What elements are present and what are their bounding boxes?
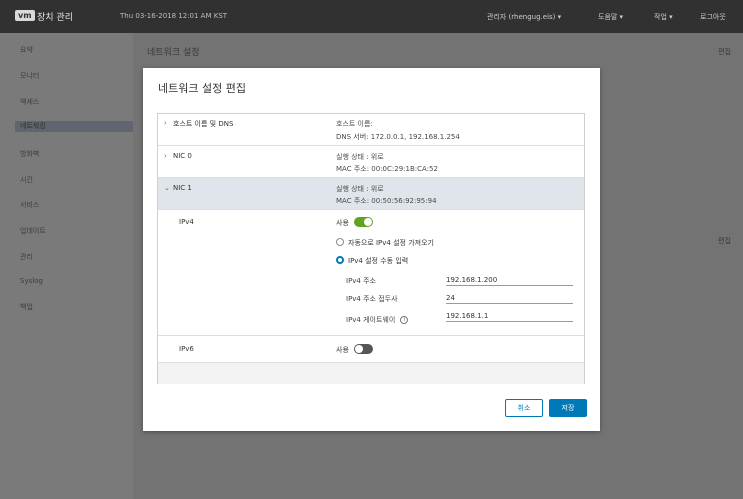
nic0-mac: MAC 주소: 00:0C:29:1B:CA:52 [336, 165, 438, 173]
sidebar: 요약 모니터 액세스 네트워킹 방화벽 시간 서비스 업데이트 관리 Syslo… [0, 33, 133, 499]
sidebar-item-admin[interactable]: 관리 [20, 252, 33, 262]
sidebar-item-services[interactable]: 서비스 [20, 200, 39, 210]
top-header: vm 장치 관리 Thu 03-16-2018 12:01 AM KST 관리자… [0, 0, 743, 33]
dns-servers-value: DNS 서버: 172.0.0.1, 192.168.1.254 [336, 133, 460, 141]
sidebar-item-time[interactable]: 시간 [20, 175, 33, 185]
sidebar-item-update[interactable]: 업데이트 [20, 226, 46, 236]
nic1-mac: MAC 주소: 00:50:56:92:95:94 [336, 197, 437, 205]
app-title: 장치 관리 [37, 13, 73, 23]
help-menu[interactable]: 도움말 ▾ [598, 12, 623, 22]
chevron-right-icon[interactable]: › [164, 152, 167, 160]
user-menu[interactable]: 관리자 (rhengug.eis) ▾ [487, 12, 561, 22]
edit-network-dialog: 네트워크 설정 편집 › 호스트 이름 및 DNS 호스트 이름: DNS 서버… [143, 68, 600, 431]
network-settings-panel: › 호스트 이름 및 DNS 호스트 이름: DNS 서버: 172.0.0.1… [157, 113, 585, 384]
ipv4-address-field[interactable]: 192.168.1.200 [446, 274, 573, 286]
ipv4-address-label: IPv4 주소 [346, 277, 376, 285]
chevron-right-icon[interactable]: › [164, 119, 167, 127]
sidebar-item-access[interactable]: 액세스 [20, 97, 39, 107]
nic1-row[interactable]: ⌄ NIC 1 실행 상태 : 위로 MAC 주소: 00:50:56:92:9… [158, 178, 584, 210]
panel-footer [158, 362, 584, 384]
toggle-knob [364, 218, 372, 226]
ipv4-manual-label[interactable]: IPv4 설정 수동 입력 [348, 256, 408, 266]
nic0-status: 실행 상태 : 위로 [336, 153, 384, 161]
ipv4-enable-label: 사용 [336, 219, 349, 227]
sidebar-item-firewall[interactable]: 방화벽 [20, 149, 39, 159]
ipv4-gateway-label: IPv4 게이트웨이 i [346, 315, 409, 325]
chevron-down-icon[interactable]: ⌄ [164, 184, 170, 192]
hostname-dns-label: 호스트 이름 및 DNS [173, 120, 234, 128]
ipv4-section-label: IPv4 [179, 218, 194, 226]
vm-logo: vm [15, 10, 35, 21]
logout-link[interactable]: 로그아웃 [700, 12, 726, 22]
ipv6-section-label: IPv6 [179, 345, 194, 353]
datetime-display: Thu 03-16-2018 12:01 AM KST [120, 12, 228, 20]
nic0-label: NIC 0 [173, 152, 192, 160]
ipv6-enable-label: 사용 [336, 346, 349, 354]
ipv4-gateway-text: IPv4 게이트웨이 [346, 316, 396, 324]
page-title: 네트워크 설정 [147, 48, 200, 58]
nic1-label: NIC 1 [173, 184, 192, 192]
toggle-knob [355, 345, 363, 353]
edit-link-secondary[interactable]: 편집 [718, 236, 731, 246]
hostname-dns-row[interactable]: › 호스트 이름 및 DNS 호스트 이름: DNS 서버: 172.0.0.1… [158, 114, 584, 146]
edit-link[interactable]: 편집 [718, 47, 731, 57]
sidebar-item-backup[interactable]: 백업 [20, 302, 33, 312]
divider [158, 335, 584, 336]
dialog-title: 네트워크 설정 편집 [158, 82, 246, 95]
info-icon[interactable]: i [400, 316, 409, 324]
cancel-button[interactable]: 취소 [505, 399, 543, 417]
ipv4-auto-label[interactable]: 자동으로 IPv4 설정 가져오기 [348, 238, 434, 248]
hostname-value: 호스트 이름: [336, 120, 373, 128]
ipv4-manual-radio[interactable] [336, 256, 344, 264]
sidebar-item-networking[interactable]: 네트워킹 [15, 121, 133, 132]
nic0-row[interactable]: › NIC 0 실행 상태 : 위로 MAC 주소: 00:0C:29:1B:C… [158, 146, 584, 178]
ipv4-prefix-field[interactable]: 24 [446, 292, 573, 304]
ipv4-gateway-field[interactable]: 192.168.1.1 [446, 310, 573, 322]
sidebar-item-syslog[interactable]: Syslog [20, 277, 43, 285]
sidebar-item-summary[interactable]: 요약 [20, 45, 33, 55]
sidebar-item-monitor[interactable]: 모니터 [20, 71, 39, 81]
ipv4-prefix-label: IPv4 주소 접두사 [346, 295, 398, 303]
ipv4-auto-radio[interactable] [336, 238, 344, 246]
actions-menu[interactable]: 작업 ▾ [654, 12, 673, 22]
nic1-status: 실행 상태 : 위로 [336, 185, 384, 193]
ipv6-enable-toggle[interactable] [354, 344, 373, 354]
save-button[interactable]: 저장 [549, 399, 587, 417]
ipv4-enable-toggle[interactable] [354, 217, 373, 227]
